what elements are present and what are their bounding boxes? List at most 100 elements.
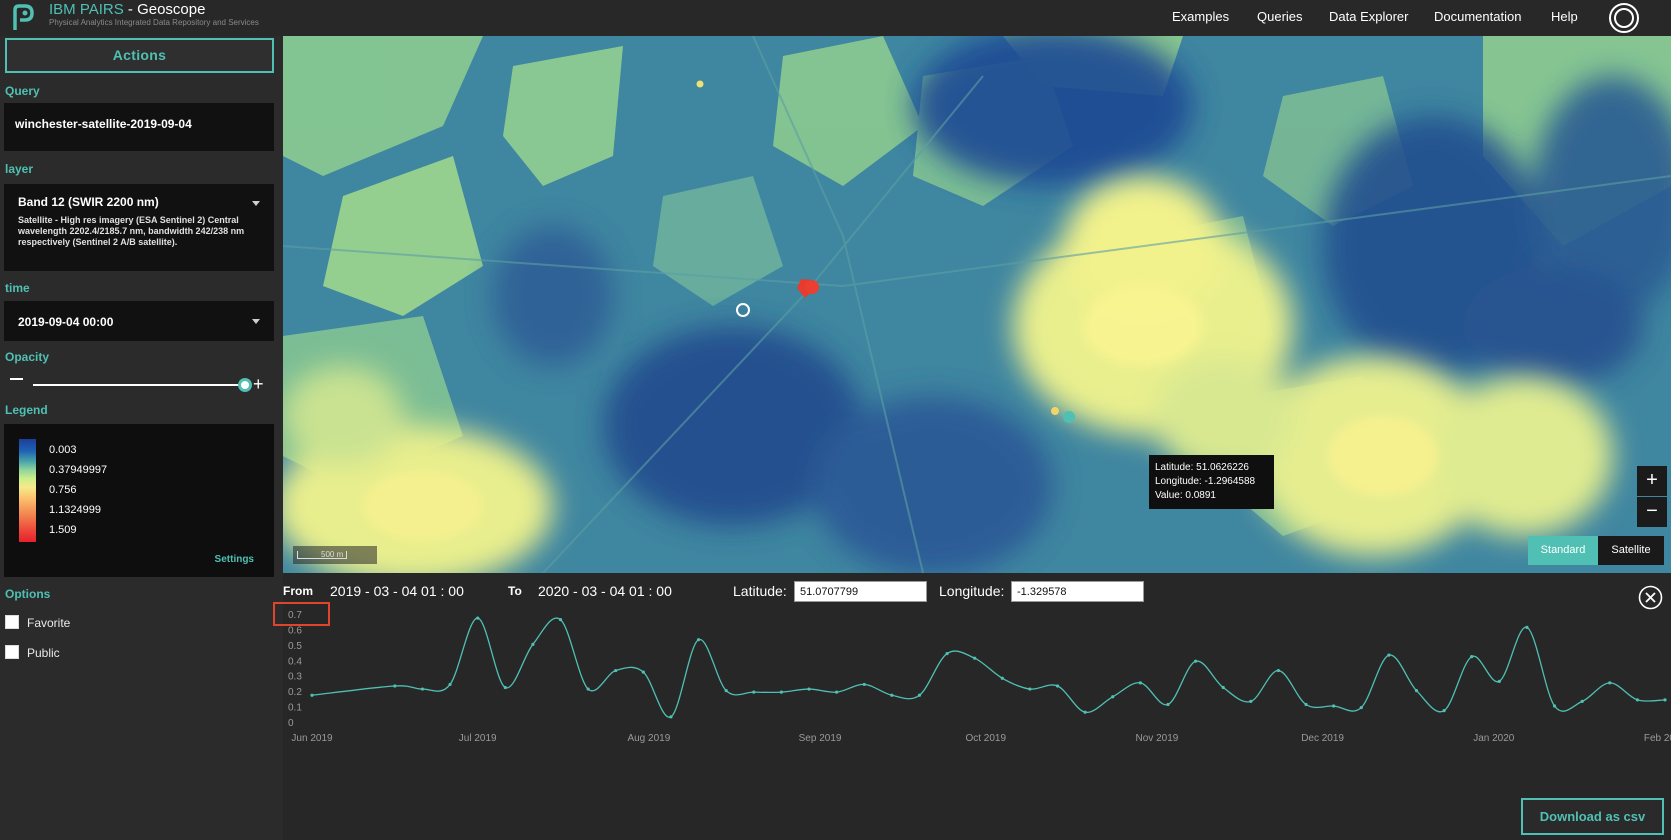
latitude-input[interactable] bbox=[794, 581, 927, 602]
chevron-down-icon bbox=[252, 201, 260, 206]
data-point[interactable] bbox=[1276, 668, 1281, 673]
favorite-checkbox[interactable] bbox=[5, 615, 19, 629]
data-point[interactable] bbox=[807, 687, 811, 691]
data-point[interactable] bbox=[945, 651, 949, 656]
data-point[interactable] bbox=[1111, 695, 1115, 699]
data-point[interactable] bbox=[1552, 704, 1557, 708]
series-line bbox=[311, 617, 1666, 718]
tooltip-longitude: Longitude: -1.2964588 bbox=[1155, 476, 1256, 487]
public-checkbox[interactable] bbox=[5, 645, 19, 659]
x-tick-label: Feb 2020 bbox=[1644, 733, 1671, 744]
data-point[interactable] bbox=[1525, 625, 1529, 629]
to-date-input[interactable]: 2020 - 03 - 04 01 : 00 bbox=[538, 583, 672, 599]
layer-select[interactable]: Band 12 (SWIR 2200 nm) Satellite - High … bbox=[4, 184, 274, 271]
data-point[interactable] bbox=[503, 685, 507, 690]
opacity-plus-icon[interactable]: + bbox=[253, 375, 264, 393]
latitude-label: Latitude: bbox=[733, 583, 787, 599]
longitude-label: Longitude: bbox=[939, 583, 1005, 599]
data-point[interactable] bbox=[696, 638, 701, 642]
data-point[interactable] bbox=[835, 690, 839, 694]
data-point[interactable] bbox=[393, 684, 397, 688]
y-tick-label: 0.2 bbox=[288, 687, 302, 698]
data-point[interactable] bbox=[1663, 698, 1667, 702]
data-point[interactable] bbox=[1249, 699, 1253, 703]
data-point[interactable] bbox=[1497, 679, 1501, 683]
data-point[interactable] bbox=[1193, 659, 1198, 663]
data-point[interactable] bbox=[1359, 705, 1363, 710]
from-date-input[interactable]: 2019 - 03 - 04 01 : 00 bbox=[330, 583, 464, 599]
y-tick-label: 0.4 bbox=[288, 656, 302, 667]
opacity-minus-icon[interactable] bbox=[10, 378, 23, 380]
data-point[interactable] bbox=[1028, 687, 1032, 691]
data-point[interactable] bbox=[531, 642, 535, 646]
y-axis-max-highlight bbox=[273, 602, 330, 626]
legend-value-3: 1.1324999 bbox=[49, 504, 101, 516]
x-tick-label: Oct 2019 bbox=[965, 733, 1006, 744]
opacity-slider-track[interactable] bbox=[33, 384, 246, 386]
zoom-out-button[interactable]: − bbox=[1637, 497, 1667, 527]
data-point[interactable] bbox=[641, 670, 645, 674]
y-tick-label: 0.6 bbox=[288, 625, 302, 636]
data-point[interactable] bbox=[586, 687, 590, 691]
basemap-satellite-button[interactable]: Satellite bbox=[1598, 536, 1664, 565]
data-point[interactable] bbox=[973, 656, 977, 660]
nav-examples[interactable]: Examples bbox=[1172, 9, 1229, 24]
timeseries-chart[interactable]: 00.10.20.30.40.50.60.7Jun 2019 Jul 2019 Au… bbox=[270, 600, 1671, 798]
zoom-in-button[interactable]: + bbox=[1637, 466, 1667, 496]
data-point[interactable] bbox=[917, 693, 922, 697]
data-point[interactable] bbox=[1332, 704, 1336, 708]
to-label: To bbox=[508, 584, 522, 598]
data-point[interactable] bbox=[1000, 676, 1004, 680]
data-point[interactable] bbox=[614, 668, 618, 673]
data-point[interactable] bbox=[1304, 702, 1308, 707]
opacity-slider-thumb[interactable] bbox=[238, 378, 252, 392]
data-point[interactable] bbox=[1635, 698, 1639, 702]
satellite-map-layer[interactable] bbox=[283, 36, 1671, 573]
legend-settings-link[interactable]: Settings bbox=[215, 554, 254, 565]
data-point[interactable] bbox=[476, 616, 480, 620]
data-point[interactable] bbox=[1580, 699, 1584, 703]
data-point[interactable] bbox=[1166, 702, 1170, 707]
data-point[interactable] bbox=[724, 689, 728, 693]
data-point[interactable] bbox=[1414, 689, 1419, 693]
longitude-input[interactable] bbox=[1011, 581, 1144, 602]
app-title: IBM PAIRS - Geoscope bbox=[49, 1, 205, 18]
x-tick-label: Aug 2019 bbox=[627, 733, 670, 744]
legend-value-1: 0.37949997 bbox=[49, 464, 108, 476]
nav-queries[interactable]: Queries bbox=[1257, 9, 1303, 24]
data-point[interactable] bbox=[890, 693, 894, 697]
x-tick-label: Jan 2020 bbox=[1473, 733, 1515, 744]
basemap-standard-button[interactable]: Standard bbox=[1528, 536, 1598, 565]
data-point[interactable] bbox=[1608, 681, 1612, 685]
data-point[interactable] bbox=[1221, 685, 1225, 690]
y-tick-label: 0.5 bbox=[288, 641, 302, 652]
data-point[interactable] bbox=[862, 682, 866, 687]
nav-data-explorer[interactable]: Data Explorer bbox=[1329, 9, 1408, 24]
user-avatar-icon[interactable] bbox=[1608, 2, 1640, 34]
layer-value: Band 12 (SWIR 2200 nm) bbox=[18, 195, 159, 209]
download-csv-button[interactable]: Download as csv bbox=[1521, 798, 1664, 835]
time-select[interactable]: 2019-09-04 00:00 bbox=[4, 301, 274, 341]
data-point[interactable] bbox=[420, 687, 425, 691]
query-field[interactable]: winchester-satellite-2019-09-04 bbox=[4, 103, 274, 151]
options-label: Options bbox=[5, 587, 51, 601]
data-point[interactable] bbox=[448, 682, 452, 687]
data-point[interactable] bbox=[779, 690, 784, 694]
data-point[interactable] bbox=[1387, 653, 1391, 657]
data-point[interactable] bbox=[558, 618, 563, 622]
data-point[interactable] bbox=[310, 693, 314, 697]
tooltip-value: Value: 0.0891 bbox=[1155, 490, 1216, 501]
data-point[interactable] bbox=[1055, 684, 1060, 688]
data-point[interactable] bbox=[1470, 655, 1474, 659]
nav-documentation[interactable]: Documentation bbox=[1434, 9, 1521, 24]
legend-value-4: 1.509 bbox=[49, 524, 77, 536]
data-point[interactable] bbox=[1138, 681, 1142, 685]
data-point[interactable] bbox=[669, 715, 673, 719]
nav-help[interactable]: Help bbox=[1551, 9, 1578, 24]
map-view[interactable]: 500 m bbox=[283, 36, 1671, 573]
data-point[interactable] bbox=[1442, 709, 1446, 713]
data-point[interactable] bbox=[752, 690, 756, 694]
y-tick-label: 0.1 bbox=[288, 703, 302, 714]
data-point[interactable] bbox=[1083, 710, 1087, 714]
actions-button[interactable]: Actions bbox=[5, 38, 274, 73]
